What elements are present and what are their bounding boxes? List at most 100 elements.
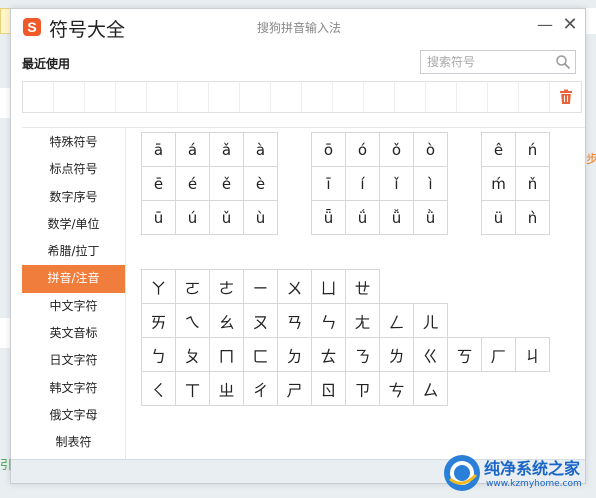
recent-symbol-slot[interactable]	[302, 82, 333, 112]
recent-symbol-slot[interactable]	[519, 82, 550, 112]
sidebar-item-3[interactable]: 数字序号	[22, 184, 125, 211]
zhuyin-symbol-cell[interactable]: ㄕ	[278, 372, 312, 406]
zhuyin-symbol-cell[interactable]: ㄅ	[142, 338, 176, 372]
recent-symbol-slot[interactable]	[178, 82, 209, 112]
zhuyin-symbol-cell[interactable]: ㄞ	[142, 304, 176, 338]
close-button[interactable]: ✕	[560, 15, 580, 35]
symbol-cell[interactable]: ǎ	[210, 133, 244, 167]
symbol-cell[interactable]: ī	[312, 167, 346, 201]
zhuyin-symbol-cell[interactable]: ㄨ	[278, 270, 312, 304]
symbol-cell[interactable]: ū	[142, 201, 176, 235]
zhuyin-symbol-cell[interactable]: ㄎ	[448, 338, 482, 372]
zhuyin-symbol-cell[interactable]: ㄑ	[142, 372, 176, 406]
zhuyin-symbol-cell[interactable]: ㄠ	[210, 304, 244, 338]
zhuyin-symbol-cell[interactable]: ㄇ	[210, 338, 244, 372]
symbol-cell[interactable]: ǐ	[380, 167, 414, 201]
symbol-cell[interactable]: ḿ	[482, 167, 516, 201]
recent-symbol-slot[interactable]	[23, 82, 54, 112]
symbol-cell[interactable]: á	[176, 133, 210, 167]
symbol-cell[interactable]: ù	[244, 201, 278, 235]
zhuyin-symbol-cell[interactable]: ㄚ	[142, 270, 176, 304]
search-icon[interactable]	[555, 54, 571, 70]
recent-symbol-slot[interactable]	[116, 82, 147, 112]
zhuyin-symbol-cell[interactable]: ㄟ	[176, 304, 210, 338]
zhuyin-symbol-cell[interactable]: ㄈ	[244, 338, 278, 372]
sidebar-item-12[interactable]: 制表符	[22, 429, 125, 456]
recent-symbol-slot[interactable]	[147, 82, 178, 112]
recent-symbol-slot[interactable]	[240, 82, 271, 112]
symbol-cell[interactable]: ǔ	[210, 201, 244, 235]
symbol-cell[interactable]: í	[346, 167, 380, 201]
sidebar-item-6[interactable]: 拼音/注音	[22, 265, 125, 293]
recent-symbol-slot[interactable]	[364, 82, 395, 112]
symbol-cell[interactable]: ó	[346, 133, 380, 167]
symbol-cell[interactable]: ǚ	[380, 201, 414, 235]
zhuyin-symbol-cell[interactable]: ㄥ	[380, 304, 414, 338]
symbol-cell[interactable]: ǒ	[380, 133, 414, 167]
symbol-cell[interactable]: ě	[210, 167, 244, 201]
sidebar-item-1[interactable]: 特殊符号	[22, 129, 125, 156]
symbol-cell[interactable]: ú	[176, 201, 210, 235]
symbol-cell[interactable]: ǹ	[516, 201, 550, 235]
sidebar-item-8[interactable]: 英文音标	[22, 320, 125, 347]
zhuyin-symbol-cell[interactable]: ㄙ	[414, 372, 448, 406]
recent-symbol-slot[interactable]	[271, 82, 302, 112]
sidebar-item-2[interactable]: 标点符号	[22, 156, 125, 183]
recent-symbol-slot[interactable]	[426, 82, 457, 112]
zhuyin-symbol-cell[interactable]: ㄉ	[278, 338, 312, 372]
recent-symbol-slot[interactable]	[488, 82, 519, 112]
zhuyin-symbol-cell[interactable]: ㄤ	[346, 304, 380, 338]
symbol-cell[interactable]: ǖ	[312, 201, 346, 235]
zhuyin-symbol-cell[interactable]: ㄆ	[176, 338, 210, 372]
zhuyin-symbol-cell[interactable]: ㄝ	[346, 270, 380, 304]
zhuyin-symbol-cell[interactable]: ㄧ	[244, 270, 278, 304]
search-box[interactable]	[420, 50, 576, 74]
sidebar-item-5[interactable]: 希腊/拉丁	[22, 238, 125, 265]
zhuyin-symbol-cell[interactable]: ㄛ	[176, 270, 210, 304]
zhuyin-symbol-cell[interactable]: ㄩ	[312, 270, 346, 304]
symbol-cell[interactable]: ì	[414, 167, 448, 201]
symbol-cell[interactable]: ü	[482, 201, 516, 235]
symbol-cell[interactable]: é	[176, 167, 210, 201]
symbol-cell[interactable]: ō	[312, 133, 346, 167]
sidebar-item-11[interactable]: 俄文字母	[22, 402, 125, 429]
symbol-cell[interactable]: è	[244, 167, 278, 201]
zhuyin-symbol-cell[interactable]: ㄋ	[346, 338, 380, 372]
symbol-cell[interactable]: ā	[142, 133, 176, 167]
symbol-cell[interactable]: ň	[516, 167, 550, 201]
trash-icon[interactable]	[559, 89, 573, 105]
zhuyin-symbol-cell[interactable]: ㄊ	[312, 338, 346, 372]
symbol-cell[interactable]: ń	[516, 133, 550, 167]
zhuyin-symbol-cell[interactable]: ㄐ	[516, 338, 550, 372]
symbol-cell[interactable]: ê	[482, 133, 516, 167]
recent-symbol-slot[interactable]	[457, 82, 488, 112]
zhuyin-symbol-cell[interactable]: ㄘ	[380, 372, 414, 406]
zhuyin-symbol-cell[interactable]: ㄜ	[210, 270, 244, 304]
symbol-cell[interactable]: ǘ	[346, 201, 380, 235]
symbol-cell[interactable]: à	[244, 133, 278, 167]
zhuyin-symbol-cell[interactable]: ㄗ	[346, 372, 380, 406]
symbol-cell[interactable]: ē	[142, 167, 176, 201]
symbol-cell[interactable]: ò	[414, 133, 448, 167]
sidebar-item-10[interactable]: 韩文字符	[22, 375, 125, 402]
zhuyin-symbol-cell[interactable]: ㄖ	[312, 372, 346, 406]
sidebar-item-7[interactable]: 中文字符	[22, 293, 125, 320]
title-bar[interactable]: S 符号大全 搜狗拼音输入法 — ✕	[11, 9, 585, 45]
search-input[interactable]	[421, 51, 549, 73]
recent-symbol-slot[interactable]	[395, 82, 426, 112]
zhuyin-symbol-cell[interactable]: ㄣ	[312, 304, 346, 338]
zhuyin-symbol-cell[interactable]: ㄍ	[414, 338, 448, 372]
recent-symbol-slot[interactable]	[85, 82, 116, 112]
zhuyin-symbol-cell[interactable]: ㄦ	[414, 304, 448, 338]
recent-symbol-slot[interactable]	[333, 82, 364, 112]
zhuyin-symbol-cell[interactable]: ㄒ	[176, 372, 210, 406]
sidebar-item-4[interactable]: 数学/单位	[22, 211, 125, 238]
zhuyin-symbol-cell[interactable]: ㄔ	[244, 372, 278, 406]
zhuyin-symbol-cell[interactable]: ㄏ	[482, 338, 516, 372]
recent-symbol-slot[interactable]	[209, 82, 240, 112]
zhuyin-symbol-cell[interactable]: ㄓ	[210, 372, 244, 406]
zhuyin-symbol-cell[interactable]: ㄢ	[278, 304, 312, 338]
minimize-button[interactable]: —	[535, 15, 555, 35]
zhuyin-symbol-cell[interactable]: ㄌ	[380, 338, 414, 372]
symbol-cell[interactable]: ǜ	[414, 201, 448, 235]
